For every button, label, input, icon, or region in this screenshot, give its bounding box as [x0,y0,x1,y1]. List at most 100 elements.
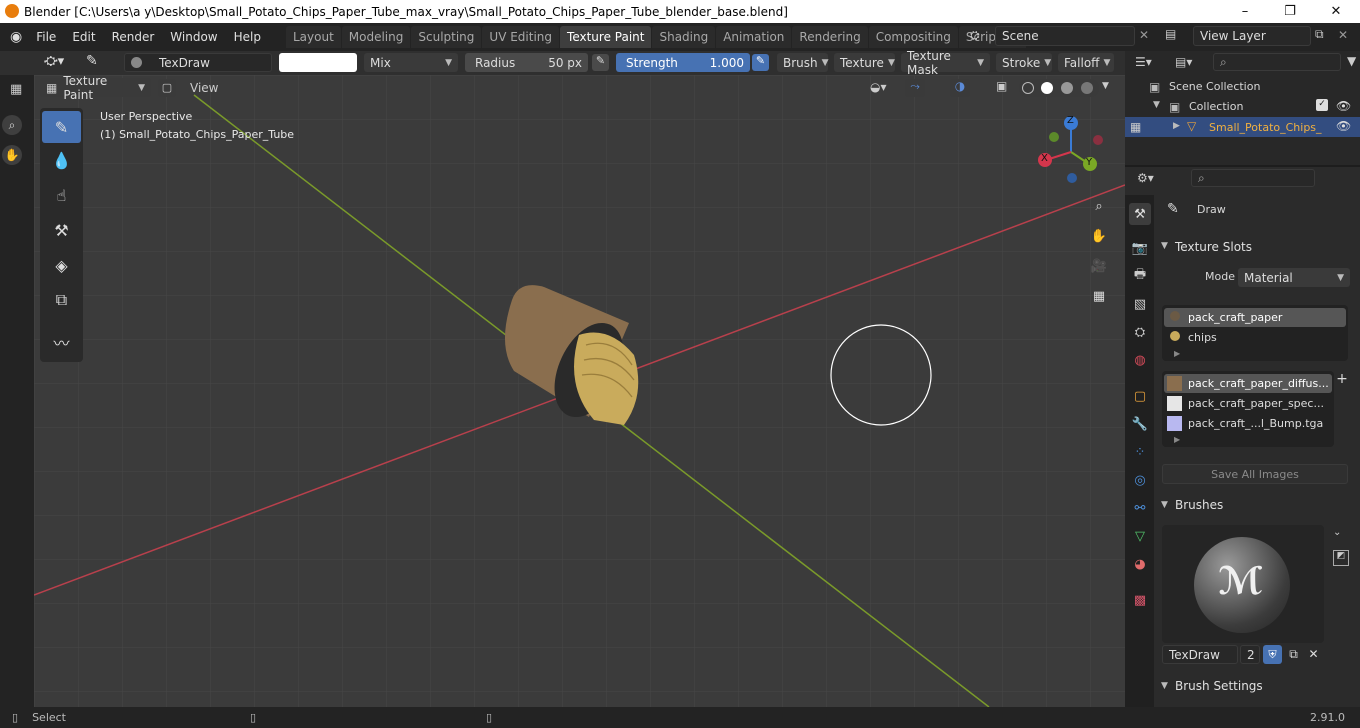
maximize-button[interactable]: ❐ [1267,0,1313,23]
tab-modeling[interactable]: Modeling [341,26,411,48]
scene-icon[interactable]: ⛭ [970,28,988,44]
strength-slider[interactable]: Strength 1.000 [616,53,750,72]
view-layer-close-icon[interactable]: ✕ [1338,28,1348,42]
view-layer-copy-icon[interactable]: ⧉ [1315,27,1324,42]
annotate-tool-icon[interactable]: 〰 [42,326,81,358]
list-item[interactable]: pack_craft_paper_spec... [1164,394,1332,413]
list-expand-icon[interactable]: ▶ [1174,349,1180,358]
mask-tool-icon[interactable]: ⧉ [42,284,81,316]
close-button[interactable]: ✕ [1313,0,1359,23]
3d-viewport[interactable] [34,75,1125,707]
tab-uv-editing[interactable]: UV Editing [482,26,560,48]
tab-rendering[interactable]: Rendering [792,26,868,48]
zoom-view-icon[interactable]: ⌕ [1088,196,1110,218]
brushes-expand-icon[interactable]: ▼ [1161,500,1168,510]
properties-editor-icon[interactable]: ⚙▾ [1137,171,1154,185]
material-shading-icon[interactable] [1061,82,1073,94]
mask-toggle-icon[interactable]: ▢ [158,79,176,97]
tab-compositing[interactable]: Compositing [868,26,958,48]
duplicate-brush-icon[interactable]: ⧉ [1284,645,1303,664]
object-label[interactable]: Small_Potato_Chips_ [1209,121,1322,134]
view-menu[interactable]: View [190,81,218,95]
tab-sculpting[interactable]: Sculpting [411,26,482,48]
view-layer-icon[interactable]: ▤ [1165,27,1176,41]
smear-tool-icon[interactable]: ☝ [42,179,81,211]
texture-slots-expand-icon[interactable]: ▼ [1161,241,1168,251]
modifier-tab-icon[interactable]: 🔧 [1129,413,1151,435]
brush-preview[interactable]: ℳ [1162,525,1324,643]
scene-close-icon[interactable]: ✕ [1139,28,1149,42]
zoom-icon[interactable]: ⌕ [2,115,22,135]
wireframe-shading-icon[interactable] [1022,82,1034,94]
list-item[interactable]: pack_craft_paper [1164,308,1346,327]
checker-icon[interactable]: ▦ [10,82,22,97]
stroke-menu[interactable]: Stroke ▼ [996,53,1052,72]
radius-pressure-icon[interactable]: ✎ [592,54,609,71]
blend-mode-dropdown[interactable]: Mix ▼ [364,53,458,72]
unlink-brush-icon[interactable]: ✕ [1304,645,1323,664]
draw-tool-icon[interactable]: ✎ [42,111,81,143]
radius-slider[interactable]: Radius 50 px [465,53,588,72]
tab-layout[interactable]: Layout [285,26,341,48]
mode-dropdown[interactable]: ▦ Texture Paint ▼ [40,74,151,102]
texture-menu[interactable]: Texture ▼ [834,53,895,72]
list-item[interactable]: chips [1164,328,1346,347]
object-tab-icon[interactable]: ▢ [1129,385,1151,407]
collection-checkbox[interactable]: ✓ [1316,99,1328,111]
minimize-button[interactable]: – [1222,0,1268,23]
soften-tool-icon[interactable]: 💧 [42,144,81,176]
material-tab-icon[interactable]: ◕ [1129,553,1151,575]
render-tab-icon[interactable]: 📷 [1129,237,1151,259]
clone-tool-icon[interactable]: ⚒ [42,214,81,246]
collection-label[interactable]: Collection [1189,100,1243,113]
menu-file[interactable]: File [28,30,64,44]
outliner-editor-icon[interactable]: ☰▾ [1135,55,1152,69]
brush-users-count[interactable]: 2 [1240,645,1260,664]
scene-selector[interactable]: Scene [995,26,1135,46]
object-eye-icon[interactable]: 👁 [1336,119,1351,133]
tool-tab-icon[interactable]: ⚒ [1129,203,1151,225]
blender-menu-icon[interactable]: ◉ [10,29,22,45]
fill-tool-icon[interactable]: ◈ [42,249,81,281]
list-item[interactable]: pack_craft_paper_diffus... [1164,374,1332,393]
view-layer-selector[interactable]: View Layer [1193,26,1311,46]
texture-slots-header[interactable]: Texture Slots [1175,240,1252,254]
menu-render[interactable]: Render [104,30,163,44]
outliner-search-input[interactable]: ⌕ [1213,53,1341,71]
scene-tab-icon[interactable]: ⛭ [1129,321,1151,343]
brush-image-icon[interactable]: ◩ [1333,550,1349,566]
view-layer-tab-icon[interactable]: ▧ [1129,293,1151,315]
shading-options-icon[interactable]: ▼ [1102,81,1109,91]
pan-hand-icon[interactable]: ✋ [2,145,22,165]
brush-menu[interactable]: Brush ▼ [777,53,829,72]
pan-view-icon[interactable]: ✋ [1088,226,1110,248]
camera-view-icon[interactable]: 🎥 [1088,256,1110,278]
scene-collection-label[interactable]: Scene Collection [1169,80,1260,93]
menu-help[interactable]: Help [226,30,269,44]
object-expand-icon[interactable]: ▶ [1173,121,1180,131]
save-all-images-button[interactable]: Save All Images [1162,464,1348,484]
brush-settings-header[interactable]: Brush Settings [1175,679,1263,693]
gizmo-toggle-icon[interactable]: ⤳ [905,79,925,97]
solid-shading-icon[interactable] [1041,82,1053,94]
properties-search-input[interactable]: ⌕ [1191,169,1315,187]
display-mode-icon[interactable]: ▤▾ [1175,55,1192,69]
brushes-header[interactable]: Brushes [1175,498,1223,512]
list-expand-icon[interactable]: ▶ [1174,435,1180,444]
texture-mask-menu[interactable]: Texture Mask ▼ [901,49,990,77]
fake-user-shield-icon[interactable]: ⛨ [1263,645,1282,664]
falloff-menu[interactable]: Falloff ▼ [1058,53,1114,72]
ortho-grid-icon[interactable]: ▦ [1088,286,1110,308]
tab-shading[interactable]: Shading [652,26,716,48]
xray-icon[interactable]: ▣ [996,79,1007,93]
navigation-gizmo[interactable]: Z Y X [1030,112,1110,192]
physics-tab-icon[interactable]: ◎ [1129,469,1151,491]
visibility-icon[interactable]: ◒▾ [870,80,887,94]
texture-tab-icon[interactable]: ▩ [1129,589,1151,611]
add-slot-button[interactable]: + [1333,370,1351,388]
brush-list-chevron-icon[interactable]: ⌄ [1333,527,1341,538]
list-item[interactable]: pack_craft_...l_Bump.tga [1164,414,1332,433]
particles-tab-icon[interactable]: ⁘ [1129,441,1151,463]
constraints-tab-icon[interactable]: ⚯ [1129,497,1151,519]
brush-settings-expand-icon[interactable]: ▼ [1161,681,1168,691]
